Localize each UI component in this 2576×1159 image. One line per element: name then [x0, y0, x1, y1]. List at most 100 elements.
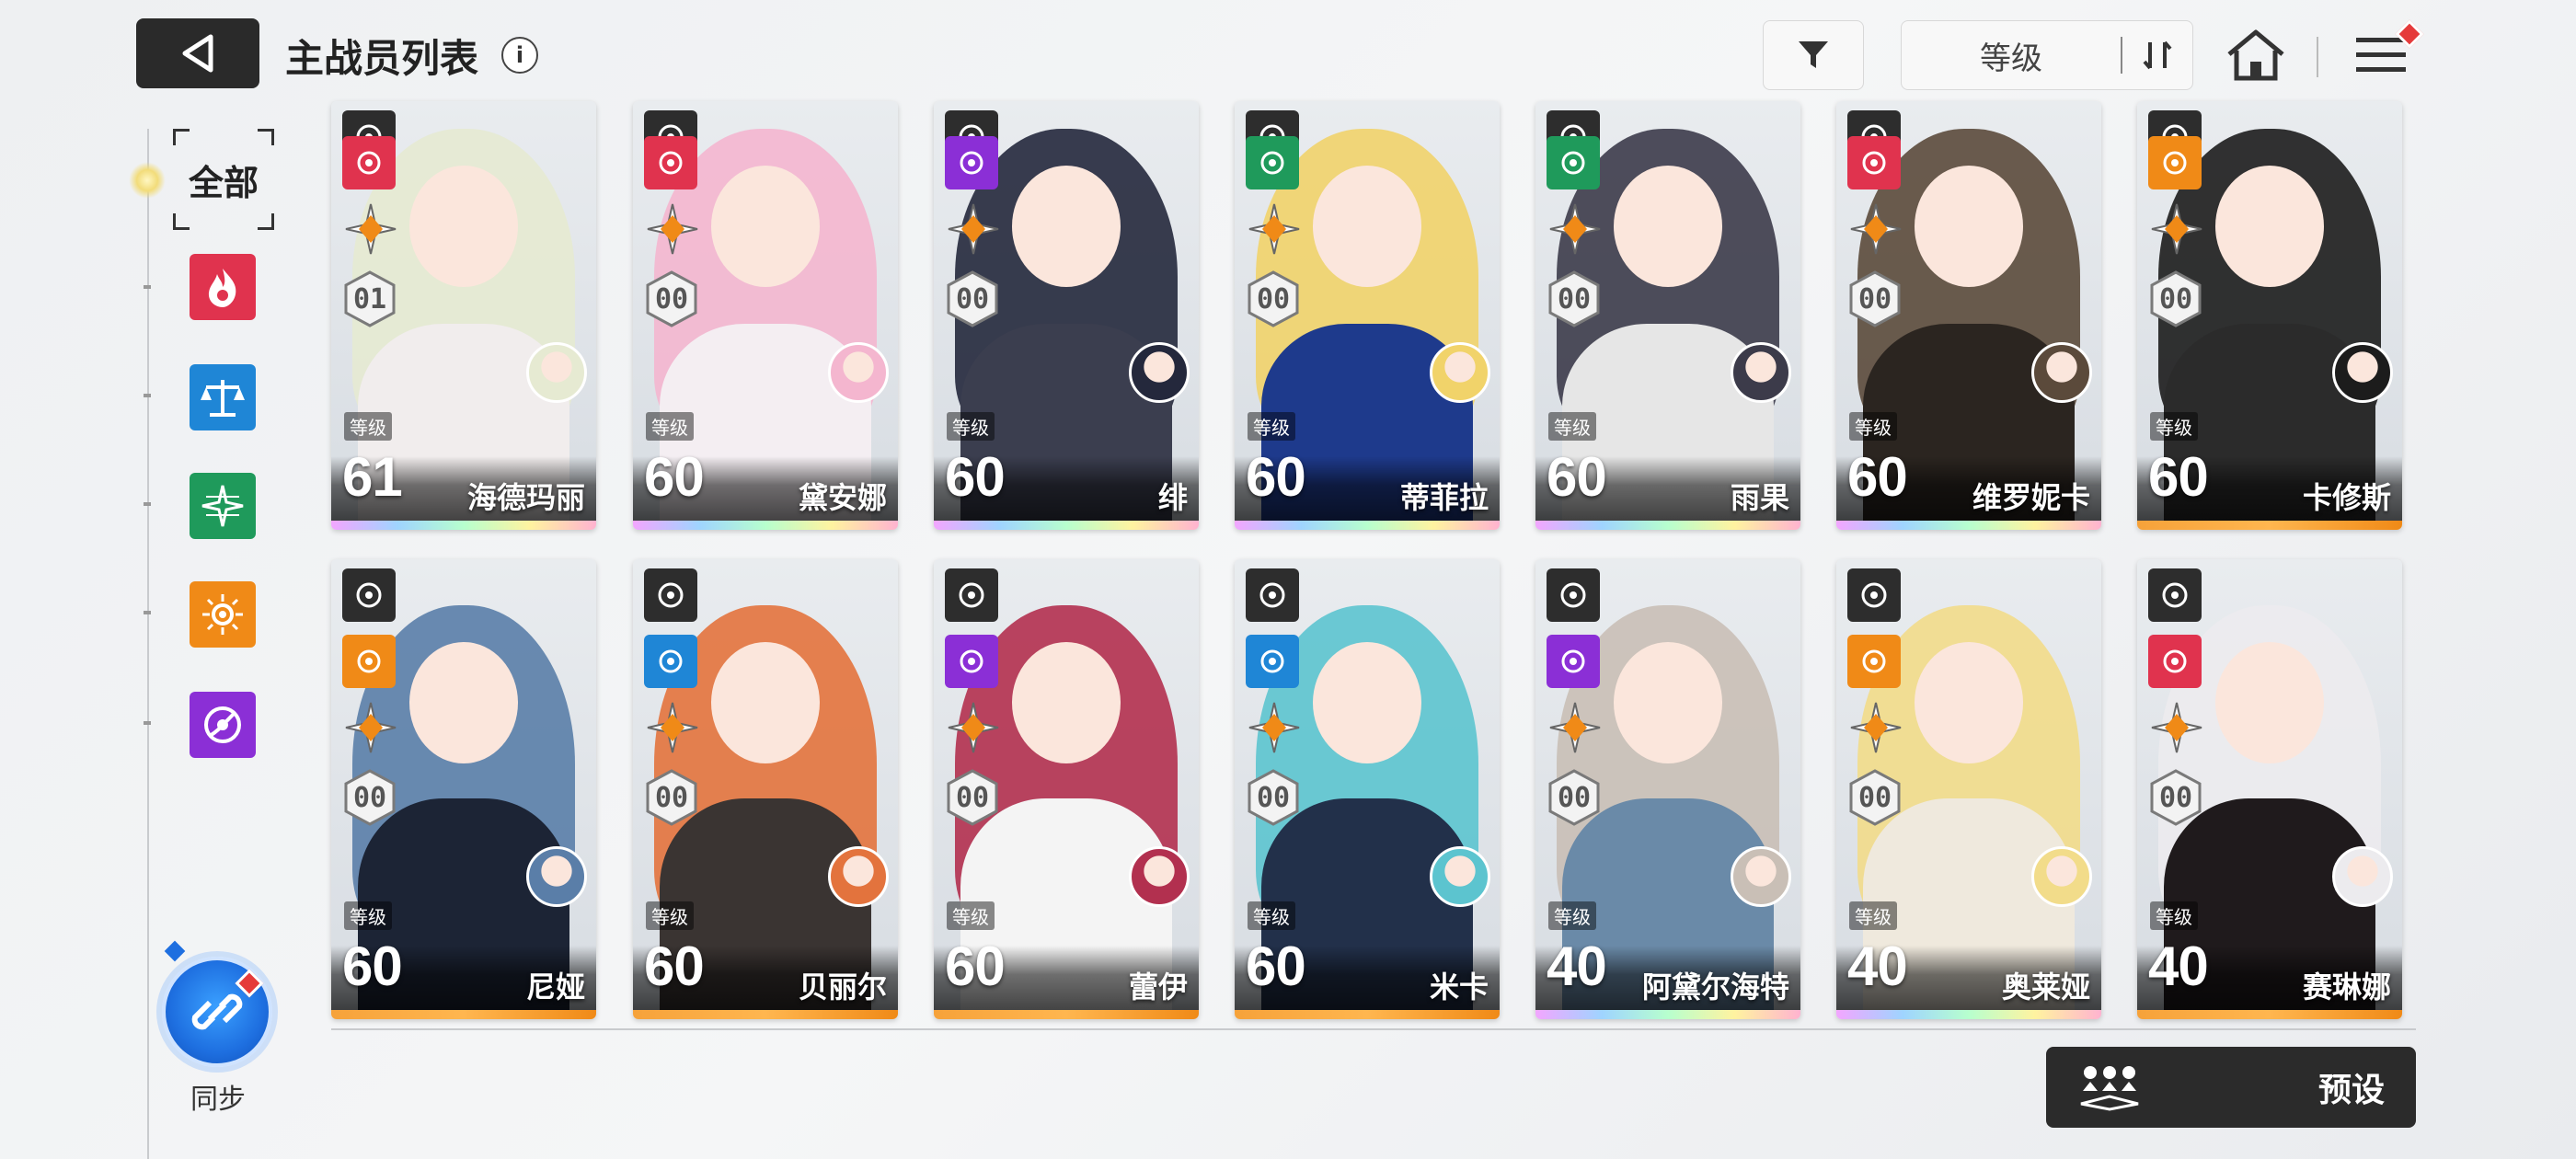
level-tag: 等级: [344, 901, 392, 930]
rank-badge: 00: [947, 270, 998, 327]
rank-badge-text: 01: [352, 282, 387, 316]
filter-fire-button[interactable]: [190, 254, 256, 320]
character-list-screen: 主战员列表 i 等级 全部 同步 01 等级 61 海德玛丽 00 等级 60 …: [0, 0, 2576, 1159]
rank-badge: 00: [947, 769, 998, 826]
rail-tick: [144, 721, 151, 725]
level-tag: 等级: [2150, 412, 2198, 441]
rarity-strip: [934, 521, 1199, 530]
support-portrait: [1430, 342, 1490, 403]
filter-light-button[interactable]: [190, 581, 256, 648]
sort-order-toggle[interactable]: [2122, 37, 2192, 74]
level-tag: 等级: [646, 412, 694, 441]
sort-dropdown[interactable]: 等级: [1901, 20, 2193, 90]
support-portrait: [1129, 846, 1190, 907]
level-number: 60: [2148, 446, 2209, 508]
character-card[interactable]: 00 等级 40 奥莱娅: [1836, 559, 2101, 1019]
menu-button[interactable]: [2344, 19, 2424, 90]
rarity-strip: [1235, 521, 1500, 530]
support-portrait: [2332, 846, 2393, 907]
face-shape: [711, 166, 820, 287]
character-card[interactable]: 00 等级 60 维罗妮卡: [1836, 101, 2101, 530]
level-tag: 等级: [344, 412, 392, 441]
weapon-type-icon: [1850, 702, 1902, 753]
filter-void-button[interactable]: [190, 692, 256, 758]
support-portrait: [1430, 846, 1490, 907]
weapon-type-icon: [2151, 702, 2202, 753]
weapon-type-icon: [1549, 702, 1601, 753]
info-icon[interactable]: i: [501, 37, 538, 74]
character-card[interactable]: 00 等级 40 赛琳娜: [2137, 559, 2402, 1019]
character-card[interactable]: 00 等级 60 尼娅: [331, 559, 596, 1019]
character-card[interactable]: 00 等级 60 蒂菲拉: [1235, 101, 1500, 530]
element-icon: [945, 635, 998, 688]
element-icon: [945, 136, 998, 189]
element-icon: [2148, 136, 2202, 189]
corner-bracket: [258, 213, 274, 230]
rail-tick: [144, 611, 151, 614]
character-card[interactable]: 00 等级 60 绯: [934, 101, 1199, 530]
filter-button[interactable]: [1763, 20, 1864, 90]
character-name: 卡修斯: [2302, 480, 2391, 515]
filter-all-button[interactable]: 全部: [173, 129, 274, 230]
filter-balance-button[interactable]: [190, 364, 256, 430]
character-card[interactable]: 01 等级 61 海德玛丽: [331, 101, 596, 530]
class-icon: [945, 568, 998, 622]
character-name: 贝丽尔: [798, 970, 887, 1004]
weapon-type-icon: [948, 702, 999, 753]
character-name: 雨果: [1730, 480, 1789, 515]
character-name: 米卡: [1429, 970, 1489, 1004]
character-name: 蕾伊: [1128, 970, 1188, 1004]
home-button[interactable]: [2223, 20, 2289, 90]
character-card[interactable]: 00 等级 60 米卡: [1235, 559, 1500, 1019]
level-number: 40: [2148, 935, 2209, 997]
rank-badge-text: 00: [352, 781, 387, 814]
level-tag: 等级: [1548, 412, 1596, 441]
rank-badge: 00: [344, 769, 396, 826]
flame-icon: [208, 269, 236, 307]
character-card[interactable]: 00 等级 60 贝丽尔: [633, 559, 898, 1019]
element-icon: [2148, 635, 2202, 688]
element-icon: [342, 635, 396, 688]
character-card[interactable]: 00 等级 60 雨果: [1535, 101, 1800, 530]
face-shape: [1614, 642, 1722, 763]
level-number: 60: [644, 446, 705, 508]
rarity-strip: [1535, 1010, 1800, 1019]
corner-bracket: [173, 129, 190, 145]
back-button[interactable]: [136, 18, 259, 88]
element-icon: [644, 136, 697, 189]
filter-wind-button[interactable]: [190, 473, 256, 539]
sync-label: 同步: [190, 1084, 246, 1116]
rarity-strip: [934, 1010, 1199, 1019]
rank-badge-text: 00: [2158, 781, 2193, 814]
level-number: 60: [644, 935, 705, 997]
rank-badge: 01: [344, 270, 396, 327]
rarity-strip: [331, 521, 596, 530]
face-shape: [1313, 166, 1421, 287]
preset-button[interactable]: 预设: [2046, 1047, 2416, 1128]
element-icon: [1246, 136, 1299, 189]
rarity-strip: [1836, 521, 2101, 530]
element-icon: [1547, 136, 1600, 189]
support-portrait: [526, 846, 587, 907]
rank-badge-text: 00: [955, 781, 990, 814]
weapon-type-icon: [647, 702, 698, 753]
rank-badge: 00: [1248, 769, 1299, 826]
face-shape: [1614, 166, 1722, 287]
level-tag: 等级: [947, 901, 995, 930]
character-card[interactable]: 00 等级 40 阿黛尔海特: [1535, 559, 1800, 1019]
rank-badge-text: 00: [1857, 282, 1892, 316]
character-card[interactable]: 00 等级 60 黛安娜: [633, 101, 898, 530]
weapon-type-icon: [1248, 702, 1300, 753]
rank-badge-text: 00: [654, 282, 689, 316]
character-card[interactable]: 00 等级 60 蕾伊: [934, 559, 1199, 1019]
rarity-strip: [633, 521, 898, 530]
rail-tick: [144, 285, 151, 289]
class-icon: [2148, 568, 2202, 622]
sync-button[interactable]: 同步: [162, 940, 274, 1117]
level-number: 60: [945, 935, 1006, 997]
character-card[interactable]: 00 等级 60 卡修斯: [2137, 101, 2402, 530]
sort-label: 等级: [1980, 40, 2042, 77]
level-number: 40: [1547, 935, 1607, 997]
class-icon: [1547, 568, 1600, 622]
rank-badge: 00: [2150, 270, 2202, 327]
